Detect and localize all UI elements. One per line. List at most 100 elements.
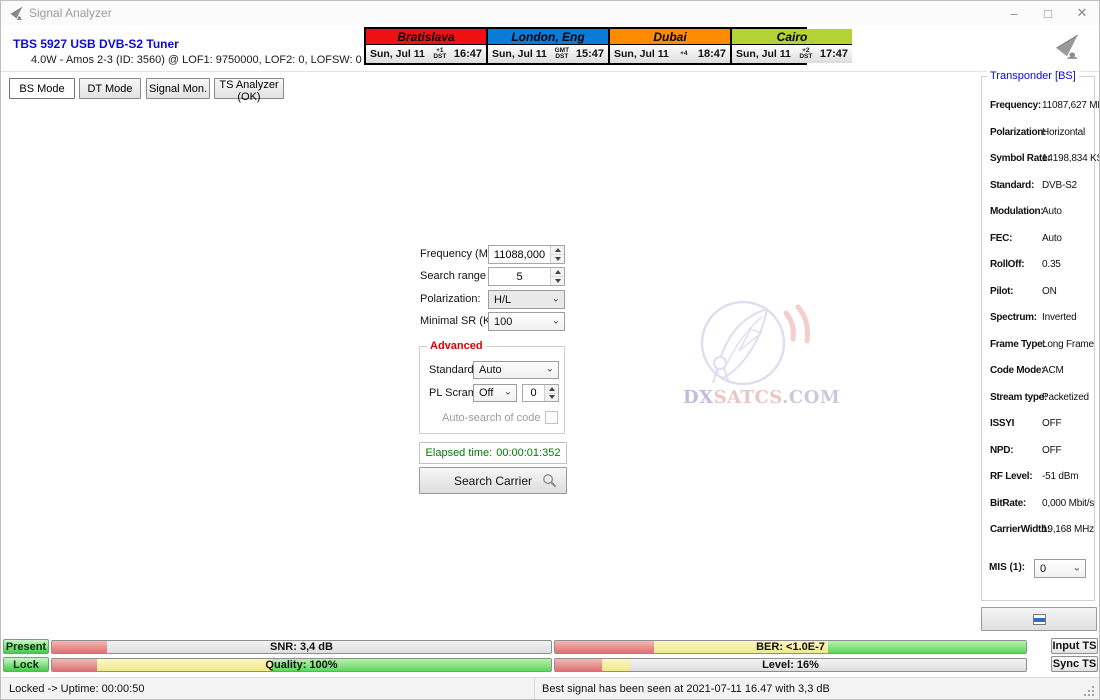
frequency-value-input[interactable]	[489, 246, 550, 263]
clock-offset: +1 DST	[433, 47, 447, 60]
advanced-legend: Advanced	[427, 340, 486, 352]
search-range-spinner[interactable]	[550, 268, 564, 285]
tp-value: Packetized	[1042, 391, 1089, 403]
status-lock-uptime: Locked -> Uptime: 00:00:50	[9, 683, 145, 695]
level-bar: Level: 16%	[554, 658, 1027, 672]
spin-up-icon[interactable]	[551, 268, 564, 277]
clock-time: 15:47	[575, 48, 604, 60]
clock-cairo: Cairo Sun, Jul 11 +2 DST 17:47	[732, 29, 852, 63]
level-bar-text: Level: 16%	[762, 659, 819, 671]
header-separator	[1, 71, 1099, 72]
mis-label: MIS (1):	[989, 562, 1026, 573]
clock-city: London, Eng	[488, 29, 608, 45]
polarization-select[interactable]: H/L ⌄	[488, 290, 565, 309]
polarization-label: Polarization:	[420, 293, 481, 305]
tab-dt-mode[interactable]: DT Mode	[79, 78, 141, 99]
input-ts-button[interactable]: Input TS	[1051, 638, 1098, 654]
dxsatcs-watermark: DXSATCS.COM	[683, 299, 841, 409]
clock-offset: +2 DST	[799, 47, 813, 60]
close-button[interactable]: ✕	[1065, 1, 1099, 25]
tp-label: NPD:	[990, 444, 1014, 456]
tp-label: RollOff:	[990, 259, 1025, 270]
pl-code-spinner[interactable]	[544, 385, 558, 401]
tp-value: Inverted	[1042, 312, 1077, 323]
tp-label: Frame Type:	[990, 338, 1046, 350]
search-carrier-button[interactable]: Search Carrier	[419, 467, 567, 494]
search-range-value-input[interactable]	[489, 268, 550, 285]
watermark-text: DXSATCS.COM	[683, 387, 841, 408]
elapsed-time-label: Elapsed time:	[425, 447, 493, 459]
clock-city: Bratislava	[366, 29, 486, 45]
frequency-spinner[interactable]	[550, 246, 564, 263]
minimize-button[interactable]: –	[997, 1, 1031, 25]
chevron-down-icon: ⌄	[551, 293, 560, 305]
tp-value: ACM	[1042, 365, 1064, 376]
tp-value: 0,000 Mbit/s	[1042, 497, 1095, 509]
world-clocks: Bratislava Sun, Jul 11 +1 DST 16:47 Lond…	[364, 27, 852, 65]
status-bar: Locked -> Uptime: 00:00:50 Best signal h…	[1, 677, 1099, 699]
tp-value: 0.35	[1042, 259, 1061, 270]
header-satellite-dish-icon	[1056, 34, 1078, 59]
tp-value: DVB-S2	[1042, 179, 1077, 191]
spin-down-icon[interactable]	[551, 277, 564, 285]
tp-label: Standard:	[990, 179, 1034, 191]
quality-bar-text: Quality: 100%	[265, 659, 338, 671]
tab-signal-mon[interactable]: Signal Mon.	[146, 78, 210, 99]
transponder-legend: Transponder [BS]	[987, 70, 1079, 82]
chevron-down-icon: ⌄	[545, 363, 554, 375]
search-range-input[interactable]	[488, 267, 565, 286]
present-indicator[interactable]: Present	[3, 639, 49, 654]
tab-bs-mode[interactable]: BS Mode	[9, 78, 75, 99]
chevron-down-icon: ⌄	[1072, 562, 1081, 574]
report-button[interactable]	[981, 607, 1097, 631]
resize-grip-icon[interactable]	[1092, 686, 1094, 688]
report-icon	[1032, 613, 1046, 625]
device-title: TBS 5927 USB DVB-S2 Tuner	[13, 37, 179, 51]
clock-london: London, Eng Sun, Jul 11 GMT DST 15:47	[488, 29, 610, 63]
spin-down-icon[interactable]	[551, 255, 564, 263]
transponder-groupbox: Frequency:11087,627 MHz Polarization:Hor…	[981, 76, 1099, 601]
clock-date: Sun, Jul 11	[614, 48, 669, 60]
frequency-input[interactable]	[488, 245, 565, 264]
clock-time: 16:47	[453, 48, 482, 60]
clock-date: Sun, Jul 11	[736, 48, 791, 60]
maximize-button[interactable]: □	[1031, 1, 1065, 25]
clock-date: Sun, Jul 11	[492, 48, 547, 60]
app-satellite-dish-icon	[10, 6, 23, 20]
tp-label: Polarization:	[990, 126, 1047, 138]
elapsed-time-value: 00:00:01:352	[496, 447, 561, 459]
pl-code-input[interactable]	[522, 384, 559, 402]
spin-down-icon[interactable]	[545, 393, 558, 401]
pl-scrambling-select[interactable]: Off ⌄	[473, 384, 517, 402]
standard-select[interactable]: Auto ⌄	[473, 361, 559, 379]
ber-bar-text: BER: <1.0E-7	[756, 641, 825, 653]
lock-indicator[interactable]: Lock	[3, 657, 49, 672]
device-subtitle: 4.0W - Amos 2-3 (ID: 3560) @ LOF1: 97500…	[31, 54, 362, 66]
tp-label: ISSYI	[990, 418, 1015, 429]
tp-label: Frequency:	[990, 100, 1041, 111]
magnifier-icon	[543, 474, 557, 488]
tp-value: Long Frame	[1042, 338, 1094, 350]
signal-analyzer-window: Signal Analyzer – □ ✕ TBS 5927 USB DVB-S…	[0, 0, 1100, 700]
tp-label: FEC:	[990, 232, 1013, 244]
pl-code-value-input[interactable]	[523, 385, 544, 401]
spin-up-icon[interactable]	[551, 246, 564, 255]
clock-dubai: Dubai Sun, Jul 11 +4 18:47	[610, 29, 732, 63]
autosearch-checkbox[interactable]	[545, 411, 558, 424]
spin-up-icon[interactable]	[545, 385, 558, 394]
tp-label: Pilot:	[990, 285, 1014, 297]
window-title: Signal Analyzer	[29, 6, 112, 20]
minimal-sr-select[interactable]: 100 ⌄	[488, 312, 565, 331]
clock-bratislava: Bratislava Sun, Jul 11 +1 DST 16:47	[366, 29, 488, 63]
mis-select[interactable]: 0 ⌄	[1034, 559, 1086, 578]
ber-bar: BER: <1.0E-7	[554, 640, 1027, 654]
tp-label: Modulation:	[990, 206, 1044, 217]
clock-offset: +4	[680, 50, 688, 57]
status-best-signal: Best signal has been seen at 2021-07-11 …	[542, 683, 830, 695]
tab-ts-analyzer[interactable]: TS Analyzer (OK)	[214, 78, 284, 103]
tp-label: RF Level:	[990, 471, 1033, 482]
snr-bar-text: SNR: 3,4 dB	[270, 641, 333, 653]
tp-label: Code Mode:	[990, 365, 1045, 376]
sync-ts-button[interactable]: Sync TS	[1051, 656, 1098, 672]
autosearch-label: Auto-search of code	[442, 412, 541, 424]
